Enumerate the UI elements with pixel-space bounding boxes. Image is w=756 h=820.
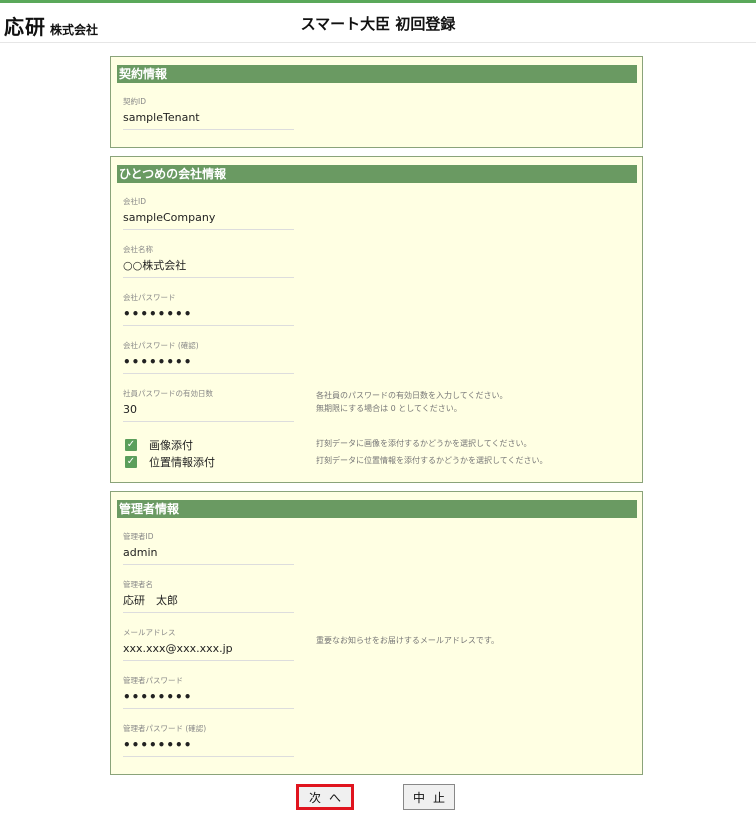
password-expiry-field[interactable]: 社員パスワードの有効日数 30	[123, 389, 294, 422]
admin-password-confirm-field[interactable]: 管理者パスワード (確認) ••••••••	[123, 724, 294, 757]
contract-id-field[interactable]: 契約ID sampleTenant	[123, 97, 294, 130]
location-attach-checkbox[interactable]: ✓	[125, 456, 137, 468]
image-attach-note: 打刻データに画像を添付するかどうかを選択してください。	[316, 439, 532, 448]
admin-password-field[interactable]: 管理者パスワード ••••••••	[123, 676, 294, 709]
admin-section: 管理者情報 管理者ID admin 管理者名 応研 太郎 メールアドレス xxx…	[110, 491, 643, 775]
company-password-input[interactable]: ••••••••	[123, 306, 294, 326]
password-expiry-note: 各社員のパスワードの有効日数を入力してください。 無期限にする場合は 0 として…	[316, 389, 508, 415]
page-header: 応研 株式会社 スマート大臣 初回登録	[0, 3, 756, 43]
admin-email-label: メールアドレス	[123, 628, 176, 637]
company-id-input[interactable]: sampleCompany	[123, 210, 294, 230]
location-attach-note: 打刻データに位置情報を添付するかどうかを選択してください。	[316, 456, 548, 465]
admin-email-field[interactable]: メールアドレス xxx.xxx@xxx.xxx.jp	[123, 628, 294, 661]
contract-id-label: 契約ID	[123, 97, 146, 106]
admin-password-input[interactable]: ••••••••	[123, 689, 294, 709]
image-attach-checkbox[interactable]: ✓	[125, 439, 137, 451]
admin-password-confirm-input[interactable]: ••••••••	[123, 737, 294, 757]
admin-email-input[interactable]: xxx.xxx@xxx.xxx.jp	[123, 641, 294, 661]
company-password-confirm-label: 会社パスワード (確認)	[123, 341, 199, 350]
password-expiry-note-line-1: 各社員のパスワードの有効日数を入力してください。	[316, 391, 508, 400]
cancel-button[interactable]: 中止	[403, 784, 455, 810]
password-expiry-input[interactable]: 30	[123, 402, 294, 422]
company-password-confirm-input[interactable]: ••••••••	[123, 354, 294, 374]
admin-password-confirm-label: 管理者パスワード (確認)	[123, 724, 207, 733]
company-section-heading: ひとつめの会社情報	[117, 165, 637, 183]
password-expiry-note-line-2: 無期限にする場合は 0 としてください。	[316, 404, 462, 413]
contract-id-input[interactable]: sampleTenant	[123, 110, 294, 130]
contract-section: 契約情報 契約ID sampleTenant	[110, 56, 643, 148]
location-attach-row[interactable]: ✓ 位置情報添付	[125, 454, 215, 470]
admin-name-label: 管理者名	[123, 580, 153, 589]
company-section: ひとつめの会社情報 会社ID sampleCompany 会社名称 ○○株式会社…	[110, 156, 643, 483]
admin-email-note: 重要なお知らせをお届けするメールアドレスです。	[316, 636, 500, 645]
password-expiry-label: 社員パスワードの有効日数	[123, 389, 213, 398]
company-name-input[interactable]: ○○株式会社	[123, 258, 294, 278]
company-password-label: 会社パスワード	[123, 293, 176, 302]
company-password-confirm-field[interactable]: 会社パスワード (確認) ••••••••	[123, 341, 294, 374]
location-attach-label: 位置情報添付	[149, 456, 215, 469]
admin-password-label: 管理者パスワード	[123, 676, 183, 685]
image-attach-label: 画像添付	[149, 439, 193, 452]
admin-id-label: 管理者ID	[123, 532, 154, 541]
page-title: スマート大臣 初回登録	[300, 15, 456, 33]
company-name-field[interactable]: 会社名称 ○○株式会社	[123, 245, 294, 278]
company-id-field[interactable]: 会社ID sampleCompany	[123, 197, 294, 230]
admin-name-input[interactable]: 応研 太郎	[123, 593, 294, 613]
admin-name-field[interactable]: 管理者名 応研 太郎	[123, 580, 294, 613]
admin-section-heading: 管理者情報	[117, 500, 637, 518]
company-id-label: 会社ID	[123, 197, 146, 206]
next-button[interactable]: 次へ	[296, 784, 354, 810]
company-name-label: 会社名称	[123, 245, 153, 254]
admin-id-field[interactable]: 管理者ID admin	[123, 532, 294, 565]
image-attach-row[interactable]: ✓ 画像添付	[125, 437, 193, 453]
company-password-field[interactable]: 会社パスワード ••••••••	[123, 293, 294, 326]
admin-id-input[interactable]: admin	[123, 545, 294, 565]
contract-section-heading: 契約情報	[117, 65, 637, 83]
